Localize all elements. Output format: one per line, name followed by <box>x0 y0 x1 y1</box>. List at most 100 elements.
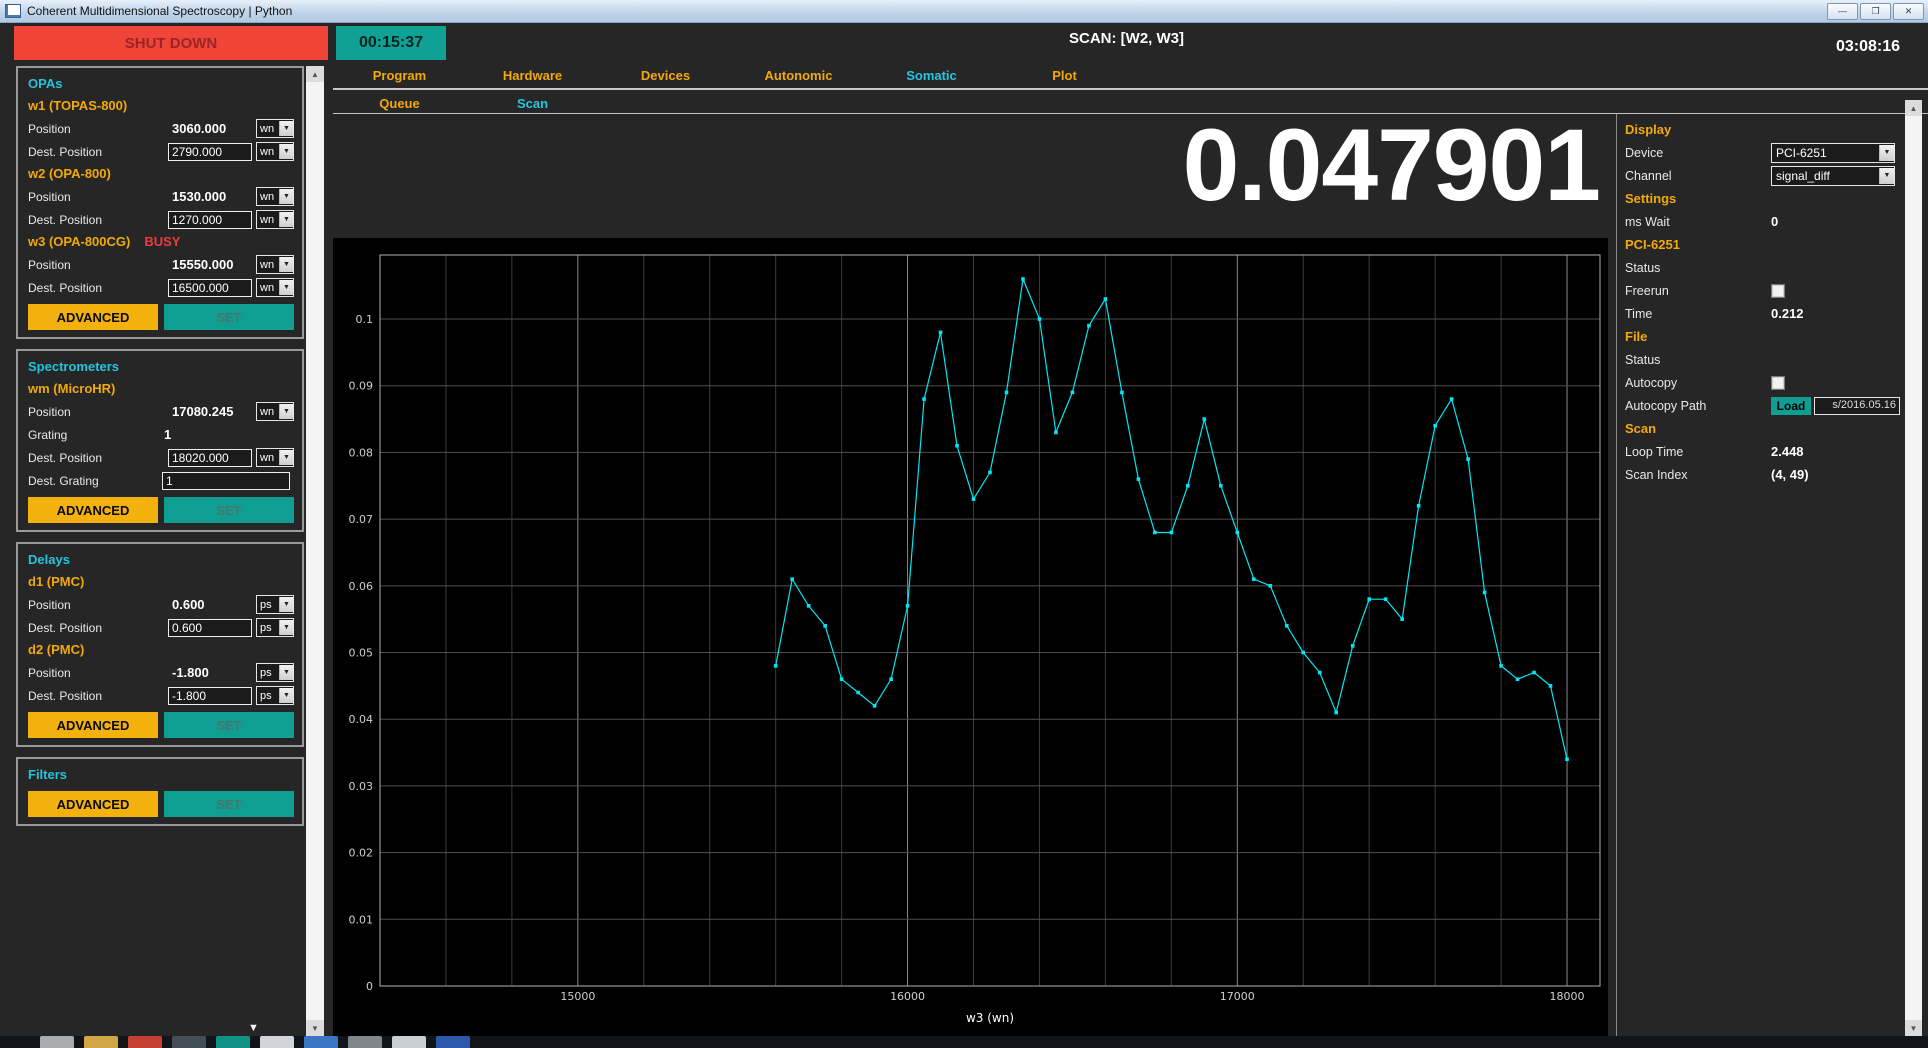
taskbar-app-icon[interactable] <box>392 1036 426 1048</box>
d2-name: d2 (PMC) <box>28 639 294 661</box>
w2-position-label: Position <box>28 190 172 204</box>
device-label: Device <box>1625 146 1771 160</box>
opas-advanced-button[interactable]: ADVANCED <box>28 304 158 330</box>
w1-dest-unit-dropdown[interactable]: wn▼ <box>256 142 294 161</box>
chevron-down-icon[interactable]: ▼ <box>279 620 293 635</box>
d1-dest-unit-dropdown[interactable]: ps▼ <box>256 618 294 637</box>
tab-devices[interactable]: Devices <box>599 64 732 88</box>
scroll-up-icon[interactable]: ▲ <box>1905 100 1922 116</box>
chevron-down-icon[interactable]: ▼ <box>279 121 293 136</box>
taskbar-app-icon[interactable] <box>84 1036 118 1048</box>
chevron-down-icon[interactable]: ▼ <box>279 450 293 465</box>
w1-name: w1 (TOPAS-800) <box>28 95 294 117</box>
w2-dest-unit-dropdown[interactable]: wn▼ <box>256 210 294 229</box>
chevron-down-icon[interactable]: ▼ <box>1879 168 1894 184</box>
filters-set-button[interactable]: SET <box>164 791 294 817</box>
w2-dest-input[interactable] <box>168 211 252 229</box>
wm-dest-grating-label: Dest. Grating <box>28 474 162 488</box>
taskbar-app-icon[interactable] <box>304 1036 338 1048</box>
ms-wait-value: 0 <box>1771 214 1898 229</box>
load-button[interactable]: Load <box>1771 397 1811 415</box>
d1-dest-input[interactable] <box>168 619 252 637</box>
channel-dropdown[interactable]: signal_diff▼ <box>1771 166 1895 186</box>
taskbar-app-icon[interactable] <box>128 1036 162 1048</box>
taskbar-app-icon[interactable] <box>216 1036 250 1048</box>
maximize-button[interactable]: ❐ <box>1860 3 1891 20</box>
svg-text:15000: 15000 <box>560 990 595 1003</box>
svg-text:16000: 16000 <box>890 990 925 1003</box>
w1-position-value: 3060.000 <box>172 121 256 136</box>
taskbar-app-icon[interactable] <box>348 1036 382 1048</box>
delays-advanced-button[interactable]: ADVANCED <box>28 712 158 738</box>
titlebar[interactable]: Coherent Multidimensional Spectroscopy |… <box>0 0 1928 23</box>
svg-text:0.06: 0.06 <box>349 580 374 593</box>
freerun-label: Freerun <box>1625 284 1771 298</box>
freerun-checkbox[interactable] <box>1771 284 1785 298</box>
filters-group: Filters ADVANCED SET <box>16 757 304 826</box>
minimize-button[interactable]: — <box>1827 3 1858 20</box>
tab-hardware[interactable]: Hardware <box>466 64 599 88</box>
spectrometers-advanced-button[interactable]: ADVANCED <box>28 497 158 523</box>
windows-taskbar[interactable] <box>0 1036 1928 1048</box>
wm-dest-grating-input[interactable] <box>162 472 290 490</box>
d2-dest-unit-dropdown[interactable]: ps▼ <box>256 686 294 705</box>
time-value: 0.212 <box>1771 306 1898 321</box>
autocopy-checkbox[interactable] <box>1771 376 1785 390</box>
loop-time-label: Loop Time <box>1625 445 1771 459</box>
opas-set-button[interactable]: SET <box>164 304 294 330</box>
w2-position-unit-dropdown[interactable]: wn▼ <box>256 187 294 206</box>
d1-position-label: Position <box>28 598 172 612</box>
taskbar-app-icon[interactable] <box>260 1036 294 1048</box>
chevron-down-icon[interactable]: ▼ <box>279 280 293 295</box>
scan-plot[interactable]: 1500016000170001800000.010.020.030.040.0… <box>333 238 1608 1036</box>
w3-busy-badge: BUSY <box>144 234 180 249</box>
wm-position-unit-dropdown[interactable]: wn▼ <box>256 402 294 421</box>
tab-autonomic[interactable]: Autonomic <box>732 64 865 88</box>
tab-plot[interactable]: Plot <box>998 64 1131 88</box>
scroll-up-icon[interactable]: ▲ <box>306 66 324 82</box>
chevron-down-icon[interactable]: ▼ <box>279 257 293 272</box>
taskbar-app-icon[interactable] <box>172 1036 206 1048</box>
w1-dest-input[interactable] <box>168 143 252 161</box>
device-dropdown[interactable]: PCI-6251▼ <box>1771 143 1895 163</box>
chevron-down-icon[interactable]: ▼ <box>279 665 293 680</box>
chevron-down-icon[interactable]: ▼ <box>279 189 293 204</box>
filters-advanced-button[interactable]: ADVANCED <box>28 791 158 817</box>
d1-position-unit-dropdown[interactable]: ps▼ <box>256 595 294 614</box>
panel-scrollbar[interactable]: ▲ ▼ <box>1905 100 1922 1036</box>
w3-position-unit-dropdown[interactable]: wn▼ <box>256 255 294 274</box>
subtab-scan[interactable]: Scan <box>466 92 599 113</box>
delays-set-button[interactable]: SET <box>164 712 294 738</box>
spectrometers-set-button[interactable]: SET <box>164 497 294 523</box>
subtab-underline <box>333 113 1928 114</box>
subtab-queue[interactable]: Queue <box>333 92 466 113</box>
wm-dest-input[interactable] <box>168 449 252 467</box>
chevron-down-icon[interactable]: ▼ <box>279 404 293 419</box>
w3-dest-input[interactable] <box>168 279 252 297</box>
chevron-down-icon[interactable]: ▼ <box>279 688 293 703</box>
chevron-down-icon[interactable]: ▼ <box>279 597 293 612</box>
d2-position-unit-dropdown[interactable]: ps▼ <box>256 663 294 682</box>
sidebar-scrollbar[interactable]: ▲ ▼ <box>306 66 324 1036</box>
shutdown-button[interactable]: SHUT DOWN <box>14 26 328 60</box>
system-clock: 03:08:16 <box>1836 38 1900 56</box>
taskbar-app-icon[interactable] <box>40 1036 74 1048</box>
tab-somatic[interactable]: Somatic <box>865 64 998 88</box>
scroll-down-icon[interactable]: ▼ <box>306 1020 324 1036</box>
scroll-down-icon[interactable]: ▼ <box>1905 1020 1922 1036</box>
w3-dest-unit-dropdown[interactable]: wn▼ <box>256 278 294 297</box>
wm-dest-unit-dropdown[interactable]: wn▼ <box>256 448 294 467</box>
chevron-down-icon[interactable]: ▼ <box>279 212 293 227</box>
d2-dest-input[interactable] <box>168 687 252 705</box>
somatic-subtabs: Queue Scan <box>333 92 1928 113</box>
chevron-down-icon[interactable]: ▼ <box>279 144 293 159</box>
autocopy-path-field[interactable]: s/2016.05.16 <box>1814 397 1900 415</box>
close-button[interactable]: ✕ <box>1893 3 1924 20</box>
w1-position-unit-dropdown[interactable]: wn▼ <box>256 119 294 138</box>
svg-text:0.1: 0.1 <box>356 313 374 326</box>
taskbar-app-icon[interactable] <box>436 1036 470 1048</box>
w1-position-label: Position <box>28 122 172 136</box>
chevron-down-icon[interactable]: ▼ <box>1879 145 1894 161</box>
hardware-sidebar: OPAs w1 (TOPAS-800) Position 3060.000 wn… <box>16 66 304 836</box>
tab-program[interactable]: Program <box>333 64 466 88</box>
